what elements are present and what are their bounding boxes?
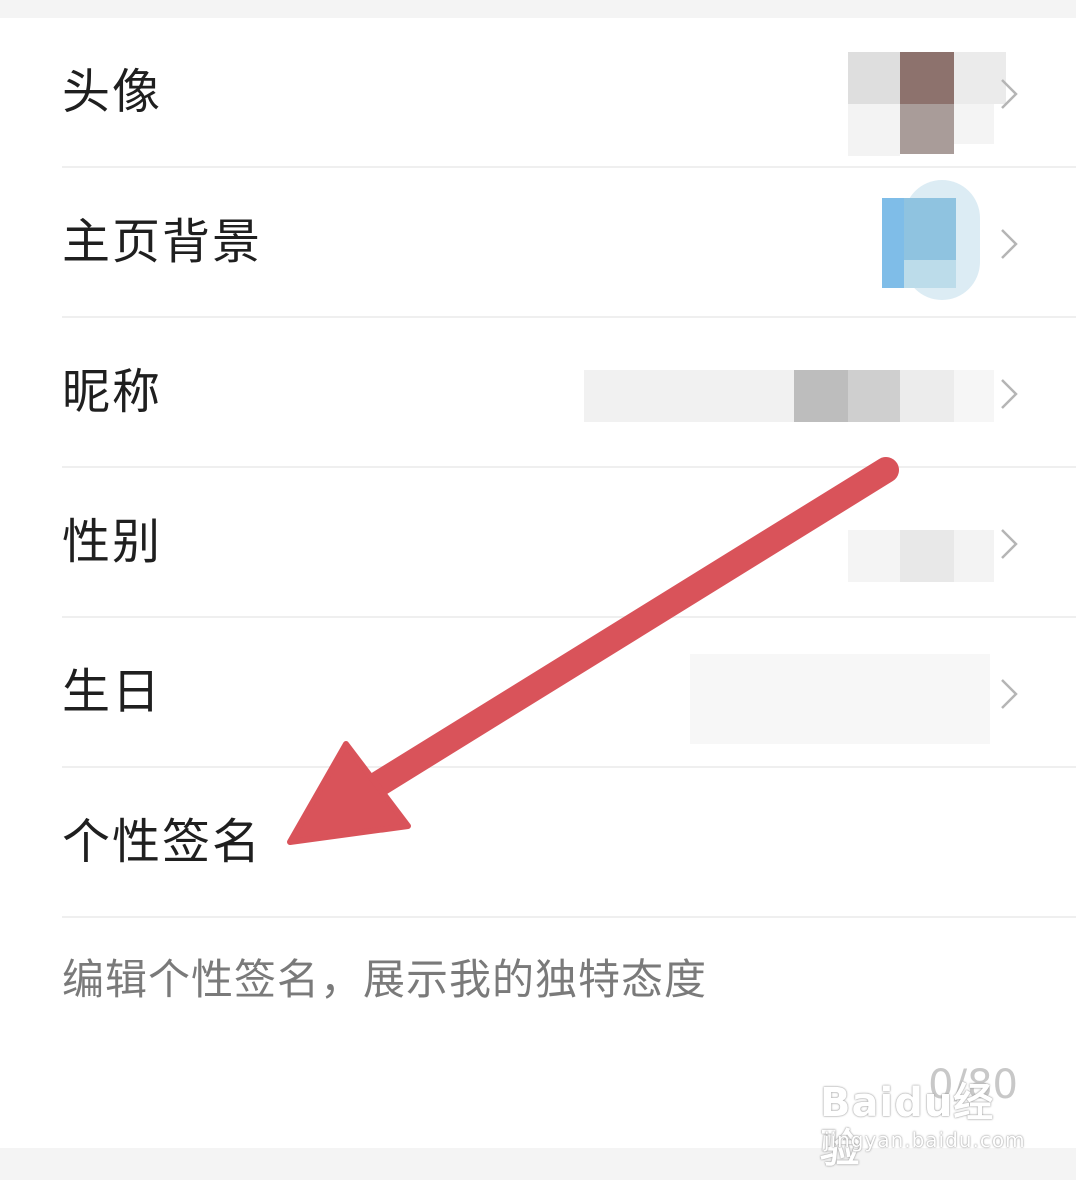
baidu-watermark: Baidu经验 jingyan.baidu.com	[820, 1080, 1030, 1172]
row-label-nickname: 昵称	[62, 364, 163, 420]
signature-placeholder: 编辑个性签名，展示我的独特态度	[62, 955, 708, 1004]
chevron-right-icon	[996, 74, 1024, 114]
row-gender[interactable]: 性别	[0, 468, 1076, 618]
profile-edit-screen: 头像 主页背景 昵称 性别 生日 个性签名 编辑个性签名，展示我的独特态度 0/…	[0, 0, 1076, 1180]
row-label-avatar: 头像	[62, 64, 163, 120]
row-label-birthday: 生日	[62, 664, 163, 720]
divider	[62, 916, 1076, 918]
row-homepage-background[interactable]: 主页背景	[0, 168, 1076, 318]
watermark-brand: Baidu经验	[820, 1080, 995, 1172]
chevron-right-icon	[996, 374, 1024, 414]
row-avatar[interactable]: 头像	[0, 18, 1076, 168]
chevron-right-icon	[996, 224, 1024, 264]
row-birthday[interactable]: 生日	[0, 618, 1076, 768]
row-label-homepage-background: 主页背景	[62, 214, 263, 270]
row-signature[interactable]: 个性签名	[0, 768, 1076, 918]
row-label-gender: 性别	[62, 514, 163, 570]
chevron-right-icon	[996, 674, 1024, 714]
watermark-url: jingyan.baidu.com	[824, 1128, 1026, 1152]
chevron-right-icon	[996, 524, 1024, 564]
row-nickname[interactable]: 昵称	[0, 318, 1076, 468]
row-label-signature: 个性签名	[62, 814, 263, 870]
